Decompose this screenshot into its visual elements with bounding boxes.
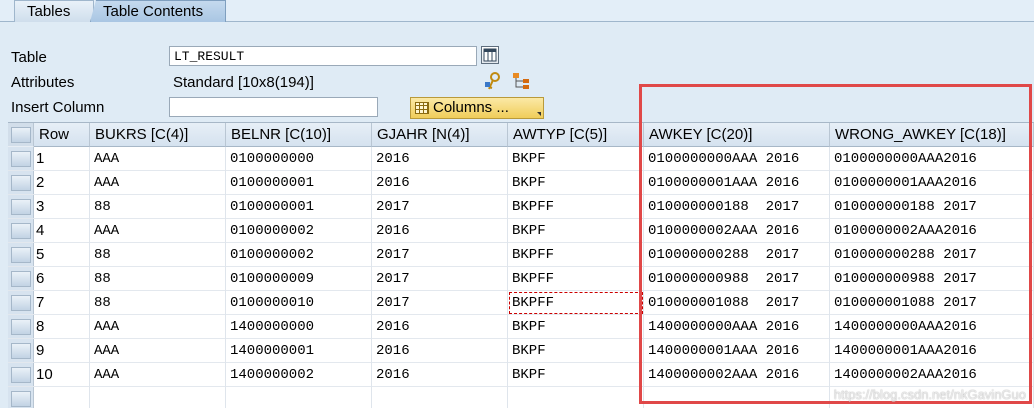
table-cell[interactable]: 2017 bbox=[372, 267, 508, 291]
hierarchy-icon[interactable] bbox=[511, 72, 529, 90]
table-cell[interactable]: 1400000000 bbox=[226, 315, 372, 339]
key-icon[interactable] bbox=[484, 72, 502, 90]
table-cell[interactable]: 0100000010 bbox=[226, 291, 372, 315]
table-cell[interactable]: 88 bbox=[90, 291, 226, 315]
select-all-corner[interactable] bbox=[8, 123, 34, 147]
table-cell[interactable]: 0100000009 bbox=[226, 267, 372, 291]
table-cell[interactable]: 0100000001 bbox=[226, 195, 372, 219]
column-header-2[interactable]: BUKRS [C(4)] bbox=[90, 123, 226, 147]
columns-button-label: Columns ... bbox=[433, 99, 509, 116]
table-cell[interactable]: 88 bbox=[90, 195, 226, 219]
insert-column-label: Insert Column bbox=[11, 99, 105, 116]
table-cell[interactable]: 2016 bbox=[372, 147, 508, 171]
dropdown-arrow-icon bbox=[537, 112, 541, 116]
column-header-5[interactable]: AWTYP [C(5)] bbox=[508, 123, 644, 147]
table-cell[interactable]: BKPFF bbox=[508, 267, 644, 291]
column-header-3[interactable]: BELNR [C(10)] bbox=[226, 123, 372, 147]
table-cell[interactable]: 1400000001 bbox=[226, 339, 372, 363]
attributes-label: Attributes bbox=[11, 74, 75, 91]
table-cell[interactable]: AAA bbox=[90, 171, 226, 195]
table-cell[interactable]: BKPFF bbox=[508, 195, 644, 219]
table-cell[interactable]: 2016 bbox=[372, 171, 508, 195]
watermark: https://blog.csdn.net/nkGavinGuo bbox=[833, 387, 1026, 402]
table-cell[interactable]: AAA bbox=[90, 363, 226, 387]
tab-table-contents[interactable]: Table Contents bbox=[90, 0, 226, 22]
table-cell[interactable]: AAA bbox=[90, 147, 226, 171]
table-cell[interactable]: BKPFF bbox=[508, 291, 644, 315]
table-cell[interactable]: 2017 bbox=[372, 291, 508, 315]
attributes-value: Standard [10x8(194)] bbox=[173, 74, 314, 91]
table-cell[interactable]: BKPF bbox=[508, 147, 644, 171]
table-cell[interactable]: 0100000002 bbox=[226, 219, 372, 243]
table-label: Table bbox=[11, 49, 47, 66]
columns-button[interactable]: Columns ... bbox=[410, 97, 544, 119]
table-cell[interactable]: 2016 bbox=[372, 339, 508, 363]
row-number: 9 bbox=[34, 339, 90, 363]
table-cell[interactable]: 2016 bbox=[372, 315, 508, 339]
table-cell[interactable]: AAA bbox=[90, 339, 226, 363]
table-cell[interactable]: 0100000000 bbox=[226, 147, 372, 171]
table-cell[interactable]: 0100000001 bbox=[226, 171, 372, 195]
table-cell[interactable]: 2017 bbox=[372, 243, 508, 267]
table-cell[interactable]: 2017 bbox=[372, 195, 508, 219]
tab-tables[interactable]: Tables bbox=[14, 0, 94, 22]
row-number: 3 bbox=[34, 195, 90, 219]
row-selector-empty bbox=[8, 387, 34, 408]
grid-line bbox=[507, 387, 508, 408]
table-cell[interactable]: 2016 bbox=[372, 363, 508, 387]
row-number: 7 bbox=[34, 291, 90, 315]
table-cell[interactable]: 88 bbox=[90, 243, 226, 267]
table-cell[interactable]: 1400000002 bbox=[226, 363, 372, 387]
column-header-4[interactable]: GJAHR [N(4)] bbox=[372, 123, 508, 147]
highlight-box bbox=[639, 84, 1032, 404]
grid-line bbox=[89, 387, 90, 408]
table-cell[interactable]: BKPF bbox=[508, 339, 644, 363]
grid-icon bbox=[415, 102, 429, 114]
table-cell[interactable]: 0100000002 bbox=[226, 243, 372, 267]
row-number: 1 bbox=[34, 147, 90, 171]
insert-column-field[interactable] bbox=[169, 97, 378, 117]
grid-line bbox=[225, 387, 226, 408]
row-number: 10 bbox=[34, 363, 90, 387]
table-name-field[interactable]: LT_RESULT bbox=[169, 46, 477, 66]
table-cell[interactable]: BKPF bbox=[508, 171, 644, 195]
grid-line bbox=[371, 387, 372, 408]
table-cell[interactable]: 2016 bbox=[372, 219, 508, 243]
table-browse-icon[interactable] bbox=[481, 46, 499, 64]
tab-strip: Tables Table Contents bbox=[0, 0, 1034, 22]
table-cell[interactable]: BKPF bbox=[508, 363, 644, 387]
row-number: 5 bbox=[34, 243, 90, 267]
row-number: 2 bbox=[34, 171, 90, 195]
table-cell[interactable]: 88 bbox=[90, 267, 226, 291]
table-cell[interactable]: BKPF bbox=[508, 315, 644, 339]
row-number: 6 bbox=[34, 267, 90, 291]
row-number: 8 bbox=[34, 315, 90, 339]
table-cell[interactable]: BKPFF bbox=[508, 243, 644, 267]
table-cell[interactable]: AAA bbox=[90, 315, 226, 339]
column-header-1[interactable]: Row bbox=[34, 123, 90, 147]
table-cell[interactable]: AAA bbox=[90, 219, 226, 243]
table-cell[interactable]: BKPF bbox=[508, 219, 644, 243]
row-number: 4 bbox=[34, 219, 90, 243]
